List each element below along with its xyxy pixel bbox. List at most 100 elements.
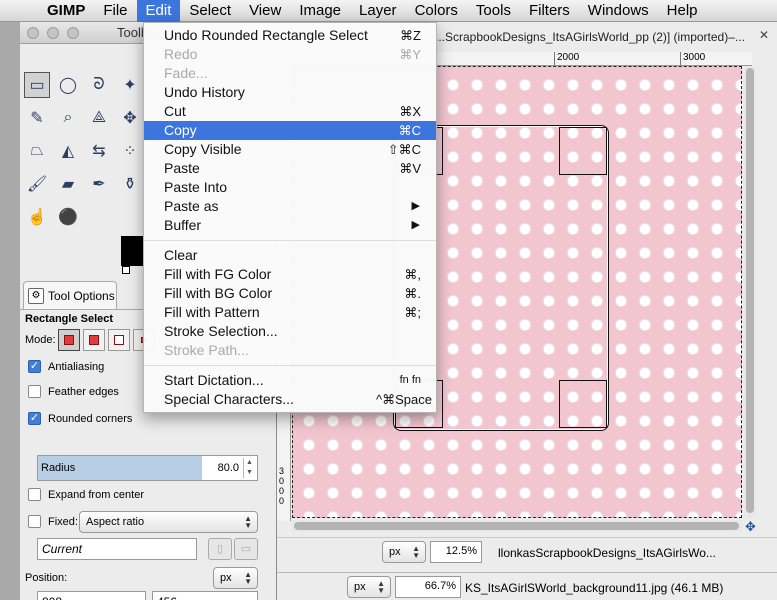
position-unit-select[interactable]: px ▲ ▼ bbox=[213, 567, 258, 589]
menu-item-stroke-selection[interactable]: Stroke Selection... bbox=[144, 322, 436, 341]
fixed-row[interactable]: Fixed: bbox=[28, 515, 78, 528]
menu-item-undo-history[interactable]: Undo History bbox=[144, 83, 436, 102]
menu-item-shortcut: ^⌘Space bbox=[376, 392, 432, 407]
status2-image-name: KS_ItsAGirlSWorld_background11.jpg (46.1… bbox=[465, 581, 724, 595]
menu-gimp[interactable]: GIMP bbox=[38, 0, 94, 22]
transform-icon[interactable]: ⇆ bbox=[86, 138, 112, 164]
antialiasing-row[interactable]: ✓ Antialiasing bbox=[28, 360, 104, 373]
menu-item-undo[interactable]: Undo Rounded Rectangle Select ⌘Z bbox=[144, 26, 436, 45]
paintbrush-icon[interactable]: 🖌 bbox=[24, 171, 50, 197]
rounded-corners-row[interactable]: ✓ Rounded corners bbox=[28, 412, 132, 425]
lasso-icon[interactable]: ᘐ bbox=[86, 72, 112, 98]
status2-unit-select[interactable]: px ▲ ▼ bbox=[347, 576, 391, 598]
zoom-window-button[interactable] bbox=[67, 27, 79, 39]
mode-subtract-button[interactable] bbox=[108, 329, 130, 351]
position-x-field[interactable]: 808 bbox=[37, 591, 146, 600]
feather-edges-checkbox[interactable] bbox=[28, 385, 41, 398]
menu-help[interactable]: Help bbox=[658, 0, 707, 22]
horizontal-scrollbar[interactable] bbox=[292, 520, 742, 532]
selection-handle[interactable] bbox=[559, 380, 607, 428]
cage-icon[interactable]: ⁘ bbox=[117, 138, 143, 164]
menu-item-cut[interactable]: Cut ⌘X bbox=[144, 102, 436, 121]
radius-spin-icon[interactable]: ▲ ▼ bbox=[243, 458, 255, 478]
unit-arrows-icon: ▲ ▼ bbox=[412, 544, 420, 560]
zoom-icon[interactable]: ⌕ bbox=[55, 105, 81, 131]
menu-colors[interactable]: Colors bbox=[406, 0, 467, 22]
flip-icon[interactable]: ◭ bbox=[55, 138, 81, 164]
default-colors-icon[interactable] bbox=[122, 266, 130, 274]
menu-item-clear[interactable]: Clear bbox=[144, 246, 436, 265]
vertical-scrollbar[interactable] bbox=[744, 66, 756, 518]
menu-separator bbox=[144, 365, 436, 366]
menu-windows[interactable]: Windows bbox=[579, 0, 658, 22]
menu-edit[interactable]: Edit bbox=[136, 0, 181, 22]
menu-layer[interactable]: Layer bbox=[350, 0, 406, 22]
rounded-corners-checkbox[interactable]: ✓ bbox=[28, 412, 41, 425]
ellipse-select-icon[interactable]: ◯ bbox=[55, 72, 81, 98]
position-y-field[interactable]: 456 bbox=[152, 591, 258, 600]
color-picker-icon[interactable]: ✎ bbox=[24, 105, 50, 131]
menu-item-copy-visible[interactable]: Copy Visible ⇧⌘C bbox=[144, 140, 436, 159]
current-ratio-field[interactable]: Current bbox=[37, 538, 197, 560]
fixed-checkbox[interactable] bbox=[28, 515, 41, 528]
perspective-icon[interactable]: ⏢ bbox=[24, 138, 50, 164]
menu-item-shortcut: ⇧⌘C bbox=[387, 142, 421, 157]
menu-item-fill-fg[interactable]: Fill with FG Color ⌘, bbox=[144, 265, 436, 284]
menu-view[interactable]: View bbox=[240, 0, 290, 22]
menu-file[interactable]: File bbox=[94, 0, 136, 22]
menu-filters[interactable]: Filters bbox=[520, 0, 579, 22]
eraser-icon[interactable]: ▰ bbox=[55, 171, 81, 197]
fixed-mode-select[interactable]: Aspect ratio ▲ ▼ bbox=[79, 511, 258, 533]
antialiasing-checkbox[interactable]: ✓ bbox=[28, 360, 41, 373]
menu-item-paste-into[interactable]: Paste Into bbox=[144, 178, 436, 197]
horizontal-scroll-thumb[interactable] bbox=[294, 522, 739, 530]
close-window-button[interactable] bbox=[27, 27, 39, 39]
menu-item-fill-pattern[interactable]: Fill with Pattern ⌘; bbox=[144, 303, 436, 322]
rect-select-icon[interactable]: ▭ bbox=[24, 72, 50, 98]
submenu-arrow-icon: ▶ bbox=[411, 200, 420, 212]
zoom2-field[interactable]: 66.7% bbox=[395, 576, 461, 598]
mode-add-button[interactable] bbox=[83, 329, 105, 351]
menu-select[interactable]: Select bbox=[180, 0, 240, 22]
menu-item-buffer[interactable]: Buffer ▶ bbox=[144, 216, 436, 235]
zoom-field[interactable]: 12.5% bbox=[430, 541, 482, 563]
menu-item-label: Paste as bbox=[164, 198, 219, 214]
close-icon[interactable]: ✕ bbox=[757, 28, 771, 42]
dodge-burn-icon[interactable]: ⚫ bbox=[55, 204, 81, 230]
portrait-icon[interactable]: ▯ bbox=[208, 538, 232, 560]
menu-item-special-characters[interactable]: Special Characters... ^⌘Space bbox=[144, 390, 436, 409]
unit-arrows-icon: ▲ ▼ bbox=[377, 579, 385, 595]
menu-item-start-dictation[interactable]: Start Dictation... fn fn bbox=[144, 371, 436, 390]
vertical-scroll-thumb[interactable] bbox=[746, 68, 754, 513]
ink-icon[interactable]: ⚱ bbox=[117, 171, 143, 197]
menu-item-paste-as[interactable]: Paste as ▶ bbox=[144, 197, 436, 216]
minimize-window-button[interactable] bbox=[47, 27, 59, 39]
expand-from-center-checkbox[interactable] bbox=[28, 488, 41, 501]
mode-replace-button[interactable] bbox=[58, 329, 80, 351]
menu-item-shortcut: ⌘C bbox=[398, 123, 421, 138]
fuzzy-select-icon[interactable]: ✦ bbox=[117, 72, 143, 98]
tool-options-icon: ⚙ bbox=[28, 287, 44, 304]
radius-slider[interactable]: Radius 80.0 ▲ ▼ bbox=[37, 455, 258, 481]
menu-item-fill-bg[interactable]: Fill with BG Color ⌘. bbox=[144, 284, 436, 303]
tab-tool-options[interactable]: ⚙ Tool Options bbox=[23, 281, 117, 309]
landscape-icon[interactable]: ▭ bbox=[234, 538, 258, 560]
move-icon[interactable]: ✥ bbox=[117, 105, 143, 131]
menu-item-shortcut: ⌘; bbox=[404, 305, 421, 320]
tool-options-heading: Rectangle Select bbox=[25, 313, 114, 325]
selection-handle[interactable] bbox=[559, 127, 607, 175]
menu-item-label: Copy bbox=[164, 122, 197, 138]
menu-item-paste[interactable]: Paste ⌘V bbox=[144, 159, 436, 178]
navigate-icon[interactable]: ✥ bbox=[745, 519, 756, 535]
measure-icon[interactable]: ⟁ bbox=[86, 105, 112, 131]
clone-icon[interactable]: ✒ bbox=[86, 171, 112, 197]
smudge-icon[interactable]: ☝ bbox=[24, 204, 50, 230]
menu-image[interactable]: Image bbox=[290, 0, 350, 22]
menu-item-copy[interactable]: Copy ⌘C bbox=[144, 121, 436, 140]
menu-item-shortcut: ⌘X bbox=[399, 104, 421, 119]
menu-tools[interactable]: Tools bbox=[467, 0, 520, 22]
feather-edges-row[interactable]: Feather edges bbox=[28, 385, 119, 398]
expand-from-center-row[interactable]: Expand from center bbox=[28, 488, 144, 501]
fg-color-swatch[interactable] bbox=[121, 236, 143, 266]
status-unit-select[interactable]: px ▲ ▼ bbox=[382, 541, 426, 563]
